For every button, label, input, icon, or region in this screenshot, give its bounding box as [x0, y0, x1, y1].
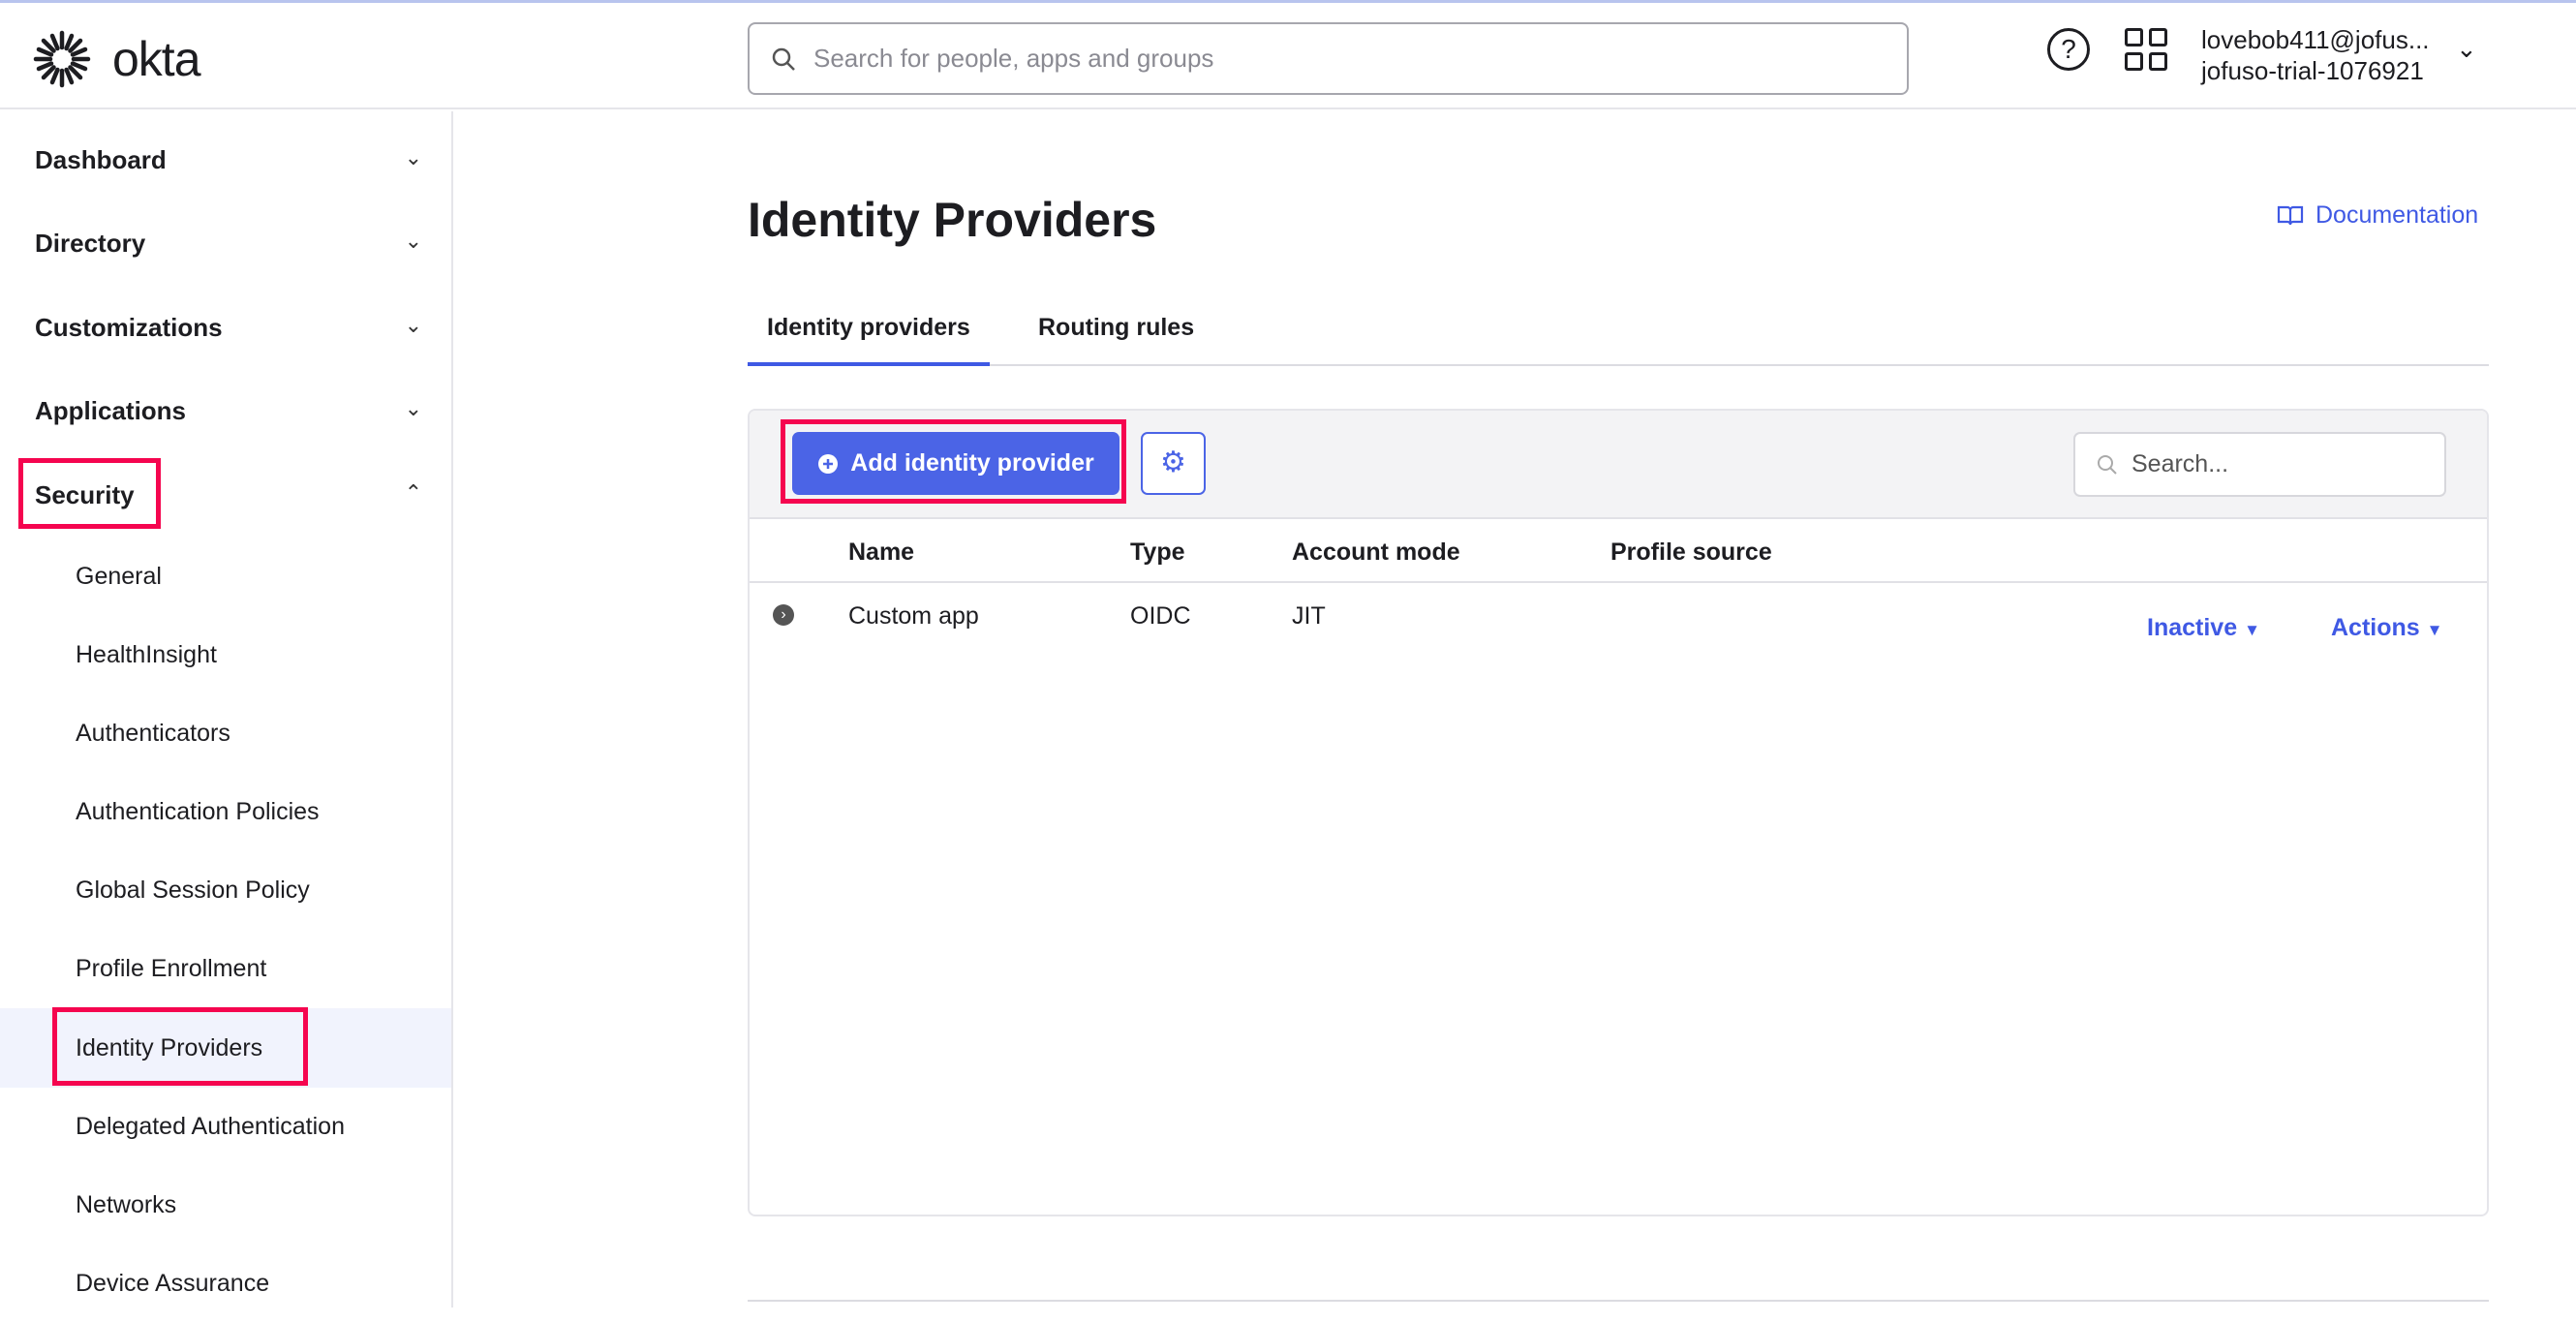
sidebar-item-applications[interactable]: Applications ⌄ [35, 396, 422, 426]
expand-row-icon[interactable]: › [773, 604, 794, 626]
actions-label: Actions [2331, 614, 2420, 641]
sidebar-subitem-global-session-policy[interactable]: Global Session Policy [0, 850, 451, 930]
documentation-label: Documentation [2315, 201, 2479, 229]
column-header-account-mode[interactable]: Account mode [1292, 538, 1460, 567]
row-name: Custom app [848, 602, 979, 630]
sidebar-subitem-general[interactable]: General [0, 537, 451, 616]
sidebar-subitem-authentication-policies[interactable]: Authentication Policies [0, 772, 451, 851]
column-header-profile-source[interactable]: Profile source [1610, 538, 1772, 567]
sidebar-item-customizations[interactable]: Customizations ⌄ [35, 313, 422, 343]
chevron-up-icon: ⌃ [404, 480, 422, 505]
table-header: Name Type Account mode Profile source [750, 519, 2487, 583]
chevron-down-icon: ⌄ [404, 229, 422, 253]
sidebar-item-label: Directory [35, 229, 146, 258]
tab-identity-providers[interactable]: Identity providers [748, 314, 990, 366]
sidebar: Dashboard ⌄ Directory ⌄ Customizations ⌄ Ap… [0, 111, 453, 1308]
add-identity-provider-label: Add identity provider [850, 449, 1094, 477]
table-search-input[interactable]: Search... [2073, 432, 2446, 497]
status-dropdown[interactable]: Inactive ▼ [2147, 614, 2260, 642]
sidebar-subitem-authenticators[interactable]: Authenticators [0, 693, 451, 773]
add-identity-provider-button[interactable]: Add identity provider [792, 432, 1119, 495]
sidebar-item-directory[interactable]: Directory ⌄ [35, 229, 422, 259]
caret-down-icon: ▼ [2426, 621, 2443, 639]
plus-circle-icon [818, 453, 839, 474]
sidebar-item-security[interactable]: Security ⌃ [35, 480, 422, 510]
user-email: lovebob411@jofus... [2201, 25, 2430, 54]
status-label: Inactive [2147, 614, 2238, 641]
table-row: › Custom app OIDC JIT Inactive ▼ Actions… [750, 583, 2487, 670]
header: okta Search for people, apps and groups … [0, 3, 2576, 109]
chevron-down-icon: ⌄ [404, 396, 422, 420]
page-title: Identity Providers [748, 193, 1157, 247]
sidebar-item-label: Dashboard [35, 145, 167, 174]
sidebar-subitem-identity-providers[interactable]: Identity Providers [0, 1008, 451, 1088]
settings-gear-button[interactable]: ⚙ [1141, 432, 1206, 495]
tabs: Identity providers Routing rules [748, 310, 2489, 366]
book-icon [2277, 205, 2304, 225]
sidebar-subitem-networks[interactable]: Networks [0, 1165, 451, 1245]
row-account-mode: JIT [1292, 602, 1326, 630]
column-header-name[interactable]: Name [848, 538, 914, 567]
sidebar-subitem-healthinsight[interactable]: HealthInsight [0, 615, 451, 694]
user-menu[interactable]: lovebob411@jofus... jofuso-trial-1076921 [2201, 24, 2430, 86]
sidebar-item-label: Applications [35, 396, 187, 425]
chevron-down-icon: ⌄ [404, 313, 422, 337]
sidebar-subitem-profile-enrollment[interactable]: Profile Enrollment [0, 929, 451, 1008]
sidebar-item-label: Security [35, 480, 135, 509]
identity-providers-panel: Add identity provider ⚙ Search... Name T… [748, 409, 2489, 1216]
sidebar-item-dashboard[interactable]: Dashboard ⌄ [35, 145, 422, 175]
tab-routing-rules[interactable]: Routing rules [1038, 314, 1194, 366]
help-icon[interactable]: ? [2047, 28, 2090, 71]
chevron-down-icon: ⌄ [404, 145, 422, 169]
column-header-type[interactable]: Type [1130, 538, 1185, 567]
chevron-down-icon[interactable]: ⌄ [2456, 34, 2477, 64]
documentation-link[interactable]: Documentation [2277, 201, 2478, 230]
divider [748, 1300, 2489, 1302]
user-org: jofuso-trial-1076921 [2201, 56, 2424, 85]
sidebar-subitem-device-assurance[interactable]: Device Assurance [0, 1244, 451, 1323]
sidebar-subitem-delegated-authentication[interactable]: Delegated Authentication [0, 1087, 451, 1166]
search-icon [2098, 454, 2117, 475]
global-search-input[interactable]: Search for people, apps and groups [748, 22, 1909, 95]
actions-dropdown[interactable]: Actions ▼ [2331, 614, 2442, 642]
table-search-placeholder: Search... [2131, 450, 2229, 477]
app-grid-icon[interactable] [2125, 28, 2167, 71]
row-type: OIDC [1130, 602, 1191, 630]
sidebar-item-label: Customizations [35, 313, 223, 342]
search-icon [772, 47, 795, 71]
gear-icon: ⚙ [1160, 446, 1186, 478]
search-placeholder: Search for people, apps and groups [813, 44, 1214, 73]
logo-text: okta [112, 32, 201, 86]
okta-sunburst-icon [33, 30, 91, 88]
okta-logo[interactable]: okta [33, 30, 201, 88]
toolbar: Add identity provider ⚙ Search... [750, 411, 2487, 519]
caret-down-icon: ▼ [2244, 621, 2260, 639]
